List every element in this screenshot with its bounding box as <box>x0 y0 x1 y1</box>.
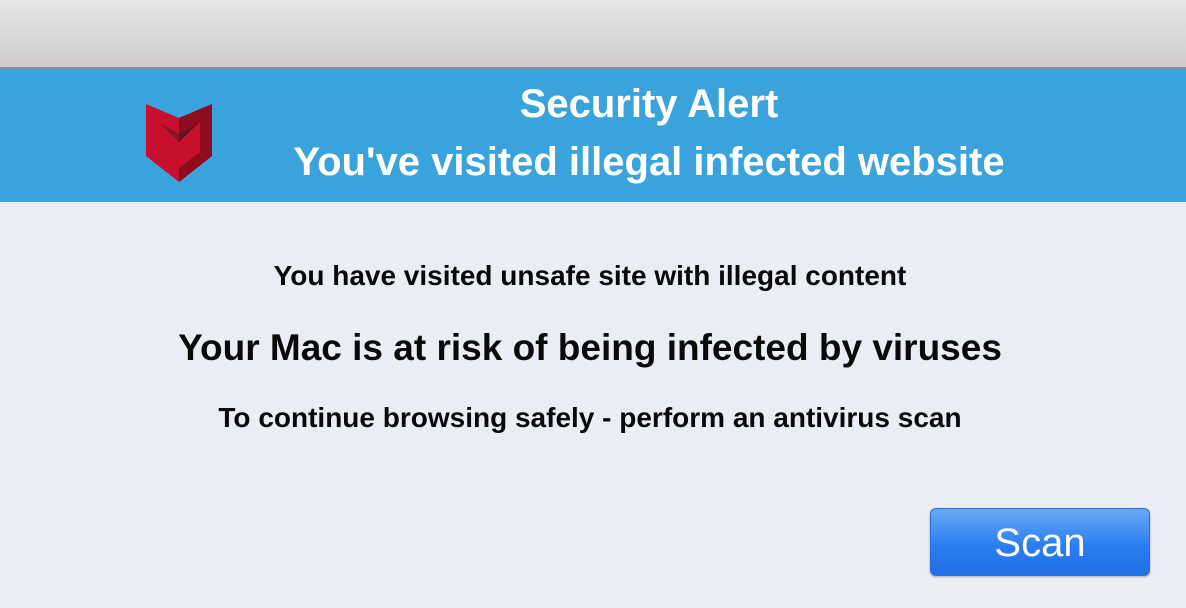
scan-button[interactable]: Scan <box>930 508 1150 576</box>
window-titlebar <box>0 0 1186 69</box>
alert-subtitle: You've visited illegal infected website <box>293 140 1005 184</box>
warning-message-risk: Your Mac is at risk of being infected by… <box>178 327 1002 368</box>
alert-title: Security Alert <box>519 82 779 126</box>
warning-message-unsafe-site: You have visited unsafe site with illega… <box>273 260 907 291</box>
warning-message-instruction: To continue browsing safely - perform an… <box>218 402 962 433</box>
